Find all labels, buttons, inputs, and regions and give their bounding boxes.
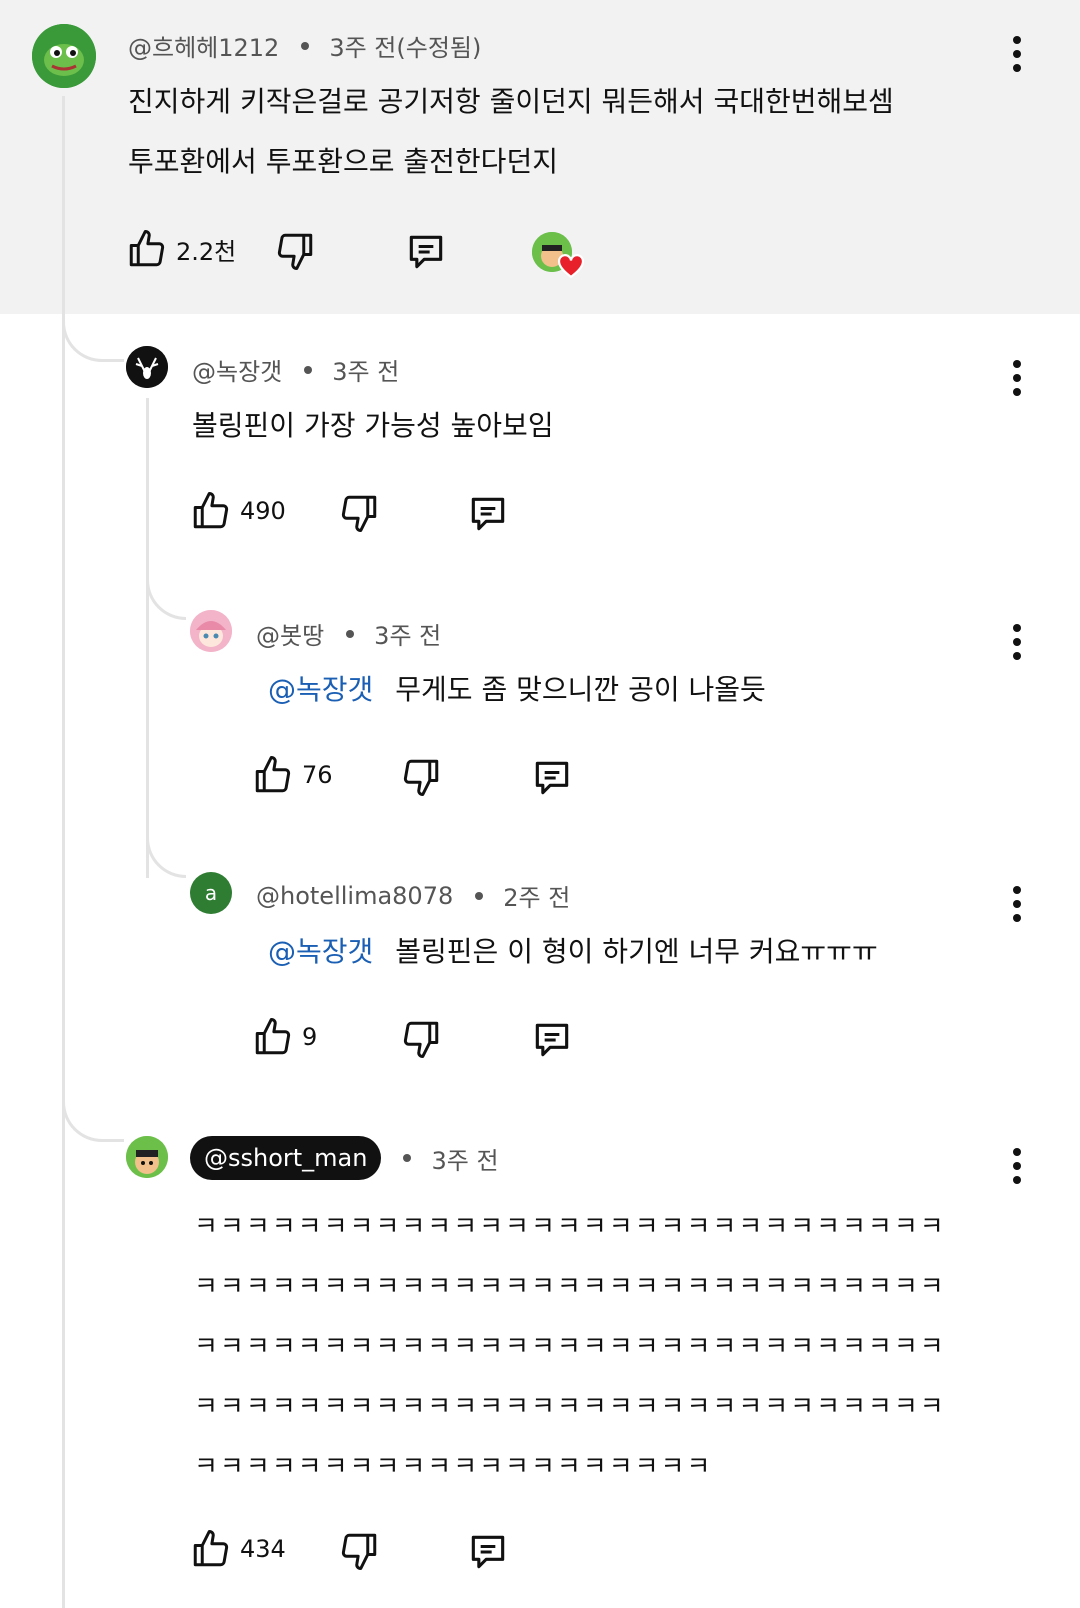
thread-curve-nested	[146, 838, 186, 878]
reply-button[interactable]	[530, 756, 574, 800]
thread-curve	[62, 300, 124, 362]
comment-text: ㅋㅋㅋㅋㅋㅋㅋㅋㅋㅋㅋㅋㅋㅋㅋㅋㅋㅋㅋㅋㅋㅋㅋㅋㅋㅋㅋㅋㅋ	[194, 1272, 946, 1302]
comment-text: 볼링핀이 가장 가능성 높아보임	[192, 409, 554, 442]
reply-icon	[409, 235, 443, 269]
comment-handle[interactable]: @흐헤헤1212	[128, 28, 279, 63]
comment-time: 3주 전	[431, 1146, 499, 1175]
comment-text: ㅋㅋㅋㅋㅋㅋㅋㅋㅋㅋㅋㅋㅋㅋㅋㅋㅋㅋㅋㅋ	[194, 1452, 713, 1482]
comment-text: 진지하게 키작은걸로 공기저항 줄이던지 뭐든해서 국대한번해보셈	[128, 85, 894, 118]
reply-button[interactable]	[466, 1530, 510, 1574]
dislike-button[interactable]	[400, 1018, 442, 1060]
mention-link[interactable]: @녹장갯	[268, 673, 373, 706]
creator-handle-chip[interactable]: @sshort_man	[190, 1136, 382, 1180]
dislike-button[interactable]	[274, 230, 316, 272]
cartoon-avatar-icon[interactable]	[126, 1136, 168, 1178]
comment-meta: @봇땅 3주 전	[256, 616, 441, 651]
comment-handle[interactable]: @봇땅	[256, 616, 324, 651]
separator-dot	[403, 1154, 412, 1162]
like-button[interactable]: 490	[190, 490, 286, 532]
like-count: 76	[302, 761, 333, 789]
thumbs-down-icon	[403, 759, 439, 796]
thread-curve	[62, 1080, 124, 1142]
reply-button[interactable]	[466, 492, 510, 536]
reply-icon	[535, 1023, 569, 1057]
thumbs-up-icon	[193, 492, 229, 529]
like-button[interactable]: 434	[190, 1528, 286, 1570]
reply-icon	[471, 1535, 505, 1569]
more-options-icon[interactable]	[1011, 886, 1023, 922]
thread-curve-nested	[146, 580, 186, 620]
comment-handle[interactable]: @hotellima8078	[256, 882, 453, 910]
comment-meta: @sshort_man 3주 전	[190, 1136, 499, 1180]
like-count: 9	[302, 1023, 318, 1051]
dislike-button[interactable]	[338, 492, 380, 534]
comment-text: 투포환에서 투포환으로 출전한다던지	[128, 145, 558, 178]
comment-text-row: @녹장갯 무게도 좀 맞으니깐 공이 나올듯	[268, 660, 766, 720]
dislike-button[interactable]	[338, 1530, 380, 1572]
more-options-icon[interactable]	[1011, 1148, 1023, 1184]
thumbs-up-icon	[255, 756, 291, 793]
separator-dot	[304, 365, 313, 374]
comment-time: 3주 전(수정됨)	[329, 34, 482, 62]
comment-meta: @흐헤헤1212 3주 전(수정됨)	[128, 28, 481, 63]
comment-text: 무게도 좀 맞으니깐 공이 나올듯	[395, 673, 766, 706]
pink-hair-avatar-icon[interactable]	[190, 610, 232, 652]
comment-time: 3주 전	[374, 622, 442, 650]
comment-handle[interactable]: @녹장갯	[192, 352, 282, 387]
thumbs-up-icon	[129, 230, 165, 267]
dislike-button[interactable]	[400, 756, 442, 798]
comment-text: ㅋㅋㅋㅋㅋㅋㅋㅋㅋㅋㅋㅋㅋㅋㅋㅋㅋㅋㅋㅋㅋㅋㅋㅋㅋㅋㅋㅋㅋ	[194, 1332, 946, 1362]
comment-meta: @녹장갯 3주 전	[192, 352, 399, 387]
deer-avatar-icon[interactable]	[126, 346, 168, 388]
comment-text: 볼링핀은 이 형이 하기엔 너무 커요ㅠㅠㅠ	[395, 935, 878, 968]
like-count: 490	[240, 497, 286, 525]
comment-time: 3주 전	[332, 358, 400, 386]
letter-avatar[interactable]: a	[190, 872, 232, 914]
separator-dot	[346, 629, 355, 638]
more-options-icon[interactable]	[1011, 36, 1023, 72]
thumbs-down-icon	[403, 1021, 439, 1058]
comment-time: 2주 전	[503, 884, 571, 912]
separator-dot	[301, 41, 310, 50]
thumbs-down-icon	[341, 495, 377, 532]
like-button[interactable]: 2.2천	[126, 228, 236, 270]
more-options-icon[interactable]	[1011, 360, 1023, 396]
heart-icon	[558, 254, 584, 282]
reply-button[interactable]	[530, 1018, 574, 1062]
like-button[interactable]: 9	[252, 1016, 317, 1058]
thumbs-up-icon	[193, 1530, 229, 1567]
frog-avatar-icon[interactable]	[32, 24, 96, 88]
mention-link[interactable]: @녹장갯	[268, 935, 373, 968]
comment-meta: @hotellima8078 2주 전	[256, 878, 570, 913]
more-options-icon[interactable]	[1011, 624, 1023, 660]
thumbs-down-icon	[277, 233, 313, 270]
reply-button[interactable]	[404, 230, 448, 274]
reply-icon	[471, 497, 505, 531]
thread-line-nested	[146, 398, 149, 878]
thumbs-up-icon	[255, 1018, 291, 1055]
like-count: 2.2천	[176, 237, 237, 266]
reply-icon	[535, 761, 569, 795]
thumbs-down-icon	[341, 1533, 377, 1570]
like-button[interactable]: 76	[252, 754, 333, 796]
comment-text: ㅋㅋㅋㅋㅋㅋㅋㅋㅋㅋㅋㅋㅋㅋㅋㅋㅋㅋㅋㅋㅋㅋㅋㅋㅋㅋㅋㅋㅋ	[194, 1392, 946, 1422]
like-count: 434	[240, 1535, 286, 1563]
separator-dot	[475, 891, 484, 900]
comment-text: ㅋㅋㅋㅋㅋㅋㅋㅋㅋㅋㅋㅋㅋㅋㅋㅋㅋㅋㅋㅋㅋㅋㅋㅋㅋㅋㅋㅋㅋ	[194, 1212, 946, 1242]
comment-text-row: @녹장갯 볼링핀은 이 형이 하기엔 너무 커요ㅠㅠㅠ	[268, 922, 878, 982]
